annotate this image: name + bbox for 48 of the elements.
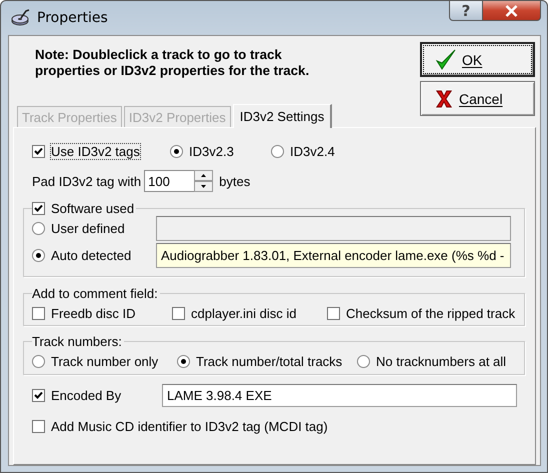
checkbox-label: Freedb disc ID	[51, 306, 136, 320]
cancel-button[interactable]: Cancel	[420, 81, 535, 116]
ok-button[interactable]: OK	[420, 42, 535, 77]
radio-label: User defined	[51, 221, 125, 236]
pad-label: Pad ID3v2 tag with	[32, 174, 142, 188]
checkbox-label: Add Music CD identifier to ID3v2 tag (MCDI tag)	[51, 418, 328, 434]
checkbox-label: Use ID3v2 tags	[51, 144, 140, 158]
checkbox[interactable]	[32, 144, 45, 158]
window-title: Properties	[37, 10, 108, 26]
radio-button[interactable]	[271, 144, 284, 158]
radio-button[interactable]	[32, 249, 45, 262]
checkbox[interactable]	[32, 202, 45, 215]
number-field[interactable]: 100	[144, 170, 194, 192]
radio-button[interactable]	[32, 354, 45, 368]
checkbox[interactable]	[32, 388, 45, 402]
checkbox[interactable]	[32, 420, 45, 432]
radio-button[interactable]	[32, 222, 45, 235]
check-icon	[436, 48, 456, 70]
radio-button[interactable]	[170, 144, 183, 158]
close-icon	[505, 4, 518, 16]
radio-label: Track number/total tracks	[196, 354, 342, 368]
radio-button[interactable]	[357, 354, 370, 368]
checkbox-label: Software used	[51, 201, 134, 216]
checkbox[interactable]	[172, 306, 185, 320]
text-field[interactable]: LAME 3.98.4 EXE	[162, 384, 517, 406]
radio-button[interactable]	[177, 354, 190, 368]
group-title: Add to comment field:	[32, 286, 158, 301]
radio-label: No tracknumbers at all	[376, 354, 506, 368]
checkbox-label: Encoded By	[51, 388, 122, 402]
checkbox[interactable]	[327, 306, 340, 320]
disc-icon	[11, 8, 31, 28]
radio-label: ID3v2.3	[189, 144, 234, 158]
cross-icon	[435, 88, 453, 110]
close-button[interactable]	[483, 0, 541, 21]
group-title: Track numbers:	[32, 334, 122, 349]
checkbox-label: cdplayer.ini disc id	[191, 306, 296, 320]
spin-buttons[interactable]	[194, 170, 214, 192]
radio-label: Auto detected	[51, 248, 132, 263]
radio-label: Track number only	[51, 354, 158, 368]
radio-label: ID3v2.4	[290, 144, 335, 158]
help-button[interactable]: ?	[449, 0, 483, 21]
tab[interactable]: ID3v2 Settings	[232, 104, 332, 128]
text-field[interactable]	[156, 216, 511, 241]
unit-label: bytes	[219, 174, 250, 188]
note-text: Note: Doubleclick a track to go to track properties or ID3v2 properties for the track.	[34, 46, 310, 79]
checkbox[interactable]	[32, 306, 45, 320]
text-field[interactable]: Audiograbber 1.83.01, External encoder lame.exe (%s %d -	[156, 243, 511, 268]
checkbox-label: Checksum of the ripped track	[346, 306, 516, 320]
